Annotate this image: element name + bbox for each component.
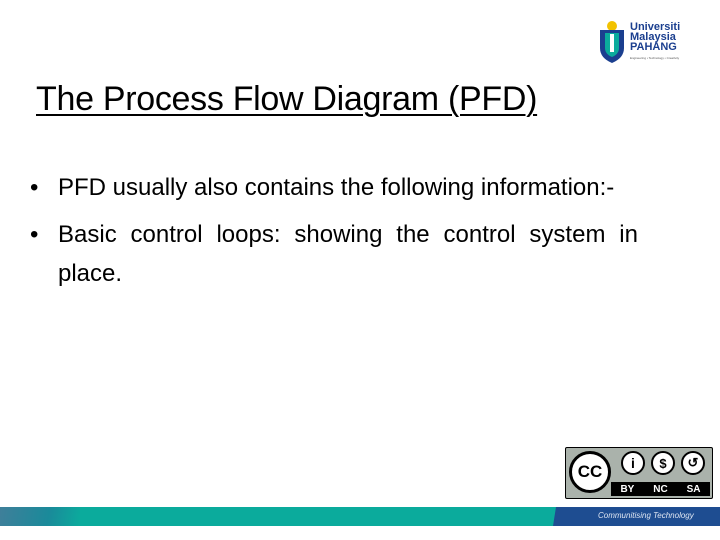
cc-icon: CC: [569, 451, 611, 493]
logo-line: PAHANG: [630, 41, 677, 53]
cc-license-badge: CC i $ ↺ BY NC SA: [565, 447, 713, 499]
by-label: BY: [620, 483, 635, 495]
sharealike-icon: ↺: [681, 451, 705, 475]
shield-icon: [600, 21, 624, 63]
footer-bar: [0, 507, 560, 526]
logo-tagline: Engineering • Technology • Creativity: [630, 56, 680, 60]
slide-title: The Process Flow Diagram (PFD): [36, 80, 538, 118]
sa-label: SA: [686, 483, 701, 495]
logo-wordmark: Universiti Malaysia PAHANG: [630, 22, 680, 53]
noncommercial-icon: $: [651, 451, 675, 475]
bullet-list: PFD usually also contains the following …: [30, 168, 638, 301]
footer-accent: [0, 507, 80, 526]
footer-tagline: Communitising Technology: [598, 511, 694, 520]
attribution-icon: i: [621, 451, 645, 475]
university-logo: Universiti Malaysia PAHANG Engineering •…: [598, 20, 688, 66]
bullet-item: Basic control loops: showing the control…: [30, 215, 638, 293]
nc-label: NC: [653, 483, 668, 495]
bullet-item: PFD usually also contains the following …: [30, 168, 638, 207]
license-terms: BY NC SA: [611, 482, 710, 496]
